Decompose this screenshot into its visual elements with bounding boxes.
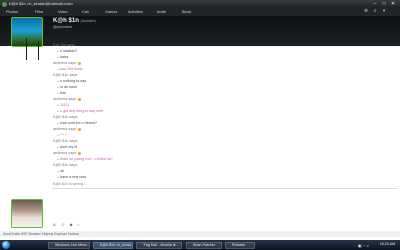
- chat-line: – dont cry hi: [57, 145, 78, 149]
- palm-tree-shape: [26, 38, 27, 60]
- chat-line: – have a rest now: [57, 175, 87, 179]
- menu-files[interactable]: Files: [35, 8, 43, 16]
- wink-icon[interactable]: ☻: [69, 222, 73, 227]
- menu-bar: Photos Files Video Call Games Activities…: [0, 8, 400, 16]
- chat-line: – ok: [57, 169, 64, 173]
- menu-call[interactable]: Call: [82, 8, 89, 16]
- menu-games[interactable]: Games: [105, 8, 117, 16]
- chat-line: Kah Sin says:: [53, 43, 76, 47]
- chat-line: – u nothing to say: [57, 79, 87, 83]
- chat-line: aedhena says:: [53, 97, 82, 101]
- emoticon-icon: [78, 61, 81, 65]
- palm-tree-shape: [38, 41, 39, 60]
- contact-availability: (Available): [80, 19, 97, 23]
- minimize-button[interactable]: –: [371, 1, 379, 7]
- contact-avatar[interactable]: [11, 17, 43, 60]
- chat-line: – u sickliao?: [57, 49, 78, 53]
- taskbar-item[interactable]: Pictures: [225, 241, 255, 249]
- typing-indicator: K@h $1n is writing...: [53, 182, 87, 186]
- chat-line: K@h $1n says:: [53, 115, 79, 119]
- chat-line: – in de soon: [57, 85, 78, 89]
- close-button[interactable]: ✕: [389, 1, 397, 7]
- menu-invite[interactable]: Invite: [157, 8, 166, 16]
- emoticon-icon: [78, 97, 81, 101]
- chat-line: K@h $1n says:: [53, 163, 79, 167]
- status-text: Sucit Entire 5SP Bookes+Objects Explorer…: [3, 232, 79, 236]
- emoticon-icon: [78, 127, 81, 131]
- messenger-app-icon: [2, 1, 7, 7]
- conversation-history[interactable]: Kah Sin says: – u sickliao? – kaha aedhe…: [53, 43, 398, 183]
- chat-line: – how cold fox u freeze?: [57, 121, 97, 125]
- chat-line: – thats so young hoe.. u killed us?: [57, 157, 113, 161]
- my-avatar[interactable]: [11, 199, 43, 228]
- contact-name: K@h $1n (Available): [53, 18, 96, 24]
- chat-line: aedhena says:: [53, 127, 82, 131]
- status-bar: Sucit Entire 5SP Bookes+Objects Explorer…: [0, 231, 400, 237]
- message-input[interactable]: [53, 190, 398, 219]
- chat-line: – 11111: [57, 103, 70, 107]
- chat-line: – u got alot thing to say meh: [57, 109, 104, 113]
- windows-taskbar: Windows Live Mess... K@h $1n <h_kinda...…: [0, 240, 400, 250]
- contact-status: @yourname: [53, 25, 73, 29]
- chat-line: – you 200 freak: [57, 67, 83, 71]
- taskbar-item[interactable]: K@h $1n <h_kinda...: [93, 241, 133, 249]
- contact-display-name: K@h $1n: [53, 18, 79, 24]
- options-icon[interactable]: ≡: [372, 8, 378, 14]
- menu-photos[interactable]: Photos: [6, 8, 18, 16]
- messenger-window: K@h $1n <h_kindah@hotmail.com> – □ ✕ Pho…: [0, 0, 400, 250]
- chat-line: aedhena says:: [53, 61, 82, 65]
- title-bar: K@h $1n <h_kindah@hotmail.com> – □ ✕: [0, 0, 400, 8]
- emoticon-icon[interactable]: ☺: [61, 222, 65, 227]
- menu-video[interactable]: Video: [58, 8, 68, 16]
- clock: 10:23 AM: [379, 242, 395, 246]
- chat-line: – frac: [57, 91, 67, 95]
- chat-line: K@h $1n says:: [53, 139, 79, 143]
- compose-divider: [52, 188, 398, 189]
- menu-activities[interactable]: Activities: [128, 8, 143, 16]
- compose-toolbar: A ☺ ☻ ♪: [53, 222, 398, 229]
- taskbar-item[interactable]: Windows Live Mess...: [48, 241, 90, 249]
- maximize-button[interactable]: □: [380, 1, 388, 7]
- window-title: K@h $1n <h_kindah@hotmail.com>: [9, 1, 74, 6]
- chat-line: K@h $1n says:: [53, 73, 79, 77]
- taskbar-item[interactable]: 'Fag Mal' - Mozilla fir...: [136, 241, 182, 249]
- nudge-icon[interactable]: ♪: [77, 222, 79, 227]
- menu-block[interactable]: Block: [182, 8, 191, 16]
- system-tray-icons[interactable]: ▣◔♫: [358, 243, 370, 248]
- settings-icon[interactable]: ⚙: [363, 8, 369, 14]
- emoticon-icon: [78, 151, 81, 155]
- chevron-down-icon[interactable]: ▾: [381, 8, 387, 14]
- font-icon[interactable]: A: [53, 222, 56, 227]
- taskbar-item[interactable]: Shart Patcher: [186, 241, 222, 249]
- chat-line: – * ^ *: [57, 133, 67, 137]
- chat-line: – kaha: [57, 55, 69, 59]
- start-button[interactable]: [2, 241, 10, 249]
- chat-line: aedhena says:: [53, 151, 82, 155]
